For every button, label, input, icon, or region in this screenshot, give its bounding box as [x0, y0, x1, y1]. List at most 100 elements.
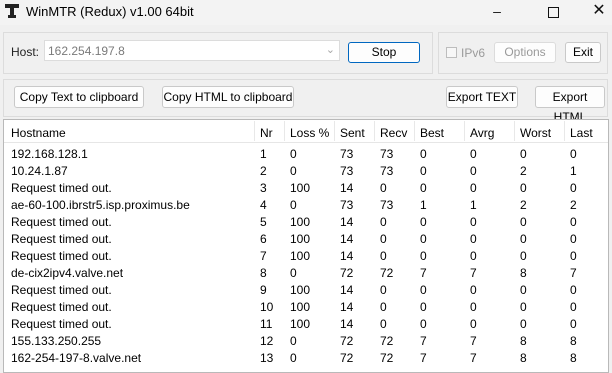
cell-avrg: 0 — [470, 317, 477, 331]
cell-hostname: Request timed out. — [11, 300, 112, 314]
title-bar: WinMTR (Redux) v1.00 64bit – ✕ — [0, 0, 612, 25]
host-input-value[interactable]: 162.254.197.8 — [48, 44, 125, 58]
column-header-nr[interactable]: Nr — [260, 126, 273, 140]
column-divider[interactable] — [374, 121, 375, 141]
cell-sent: 14 — [340, 181, 354, 195]
cell-last: 0 — [570, 147, 577, 161]
cell-last: 0 — [570, 249, 577, 263]
options-button[interactable]: Options — [494, 42, 556, 63]
cell-recv: 0 — [380, 249, 387, 263]
table-row[interactable]: Request timed out. 10 100 14 0 0 0 0 0 — [4, 300, 608, 317]
column-divider[interactable] — [564, 121, 565, 141]
results-table[interactable]: Hostname Nr Loss % Sent Recv Best Avrg W… — [3, 119, 609, 373]
cell-best: 7 — [420, 334, 427, 348]
cell-hostname: 192.168.128.1 — [11, 147, 88, 161]
column-divider[interactable] — [464, 121, 465, 141]
column-divider[interactable] — [334, 121, 335, 141]
close-button[interactable]: ✕ — [576, 0, 612, 24]
column-header-last[interactable]: Last — [570, 126, 593, 140]
cell-avrg: 0 — [470, 300, 477, 314]
cell-best: 7 — [420, 351, 427, 365]
cell-avrg: 1 — [470, 198, 477, 212]
cell-loss: 100 — [290, 215, 311, 229]
table-header: Hostname Nr Loss % Sent Recv Best Avrg W… — [4, 120, 608, 143]
table-row[interactable]: 162-254-197-8.valve.net 13 0 72 72 7 7 8 8 — [4, 351, 608, 368]
cell-avrg: 0 — [470, 181, 477, 195]
export-html-button[interactable]: Export HTML — [535, 86, 605, 124]
column-header-sent[interactable]: Sent — [340, 126, 365, 140]
cell-hostname: 155.133.250.255 — [11, 334, 102, 348]
cell-last: 7 — [570, 266, 577, 280]
cell-worst: 0 — [520, 249, 527, 263]
cell-loss: 0 — [290, 147, 297, 161]
column-divider[interactable] — [414, 121, 415, 141]
cell-nr: 3 — [260, 181, 267, 195]
export-text-button[interactable]: Export TEXT — [446, 86, 518, 108]
cell-recv: 72 — [380, 351, 394, 365]
table-row[interactable]: Request timed out. 9 100 14 0 0 0 0 0 — [4, 283, 608, 300]
cell-loss: 100 — [290, 300, 311, 314]
table-row[interactable]: 155.133.250.255 12 0 72 72 7 7 8 8 — [4, 334, 608, 351]
cell-hostname: de-cix2ipv4.valve.net — [11, 266, 124, 280]
table-row[interactable]: 10.24.1.87 2 0 73 73 0 0 2 1 — [4, 164, 608, 181]
maximize-icon — [547, 7, 559, 18]
cell-nr: 12 — [260, 334, 274, 348]
app-icon — [5, 4, 19, 18]
cell-best: 0 — [420, 249, 427, 263]
cell-loss: 100 — [290, 181, 311, 195]
cell-best: 1 — [420, 198, 427, 212]
exit-button[interactable]: Exit — [565, 42, 601, 63]
cell-last: 0 — [570, 283, 577, 297]
cell-sent: 14 — [340, 283, 354, 297]
column-header-avrg[interactable]: Avrg — [470, 126, 494, 140]
cell-last: 2 — [570, 198, 577, 212]
column-header-hostname[interactable]: Hostname — [11, 126, 66, 140]
cell-avrg: 7 — [470, 351, 477, 365]
cell-recv: 0 — [380, 283, 387, 297]
ipv6-label: IPv6 — [461, 46, 486, 60]
cell-last: 8 — [570, 334, 577, 348]
copy-html-button[interactable]: Copy HTML to clipboard — [162, 86, 294, 108]
cell-hostname: Request timed out. — [11, 181, 112, 195]
table-row[interactable]: Request timed out. 3 100 14 0 0 0 0 0 — [4, 181, 608, 198]
cell-avrg: 0 — [470, 164, 477, 178]
cell-sent: 72 — [340, 334, 354, 348]
stop-button[interactable]: Stop — [348, 42, 420, 63]
cell-best: 0 — [420, 164, 427, 178]
column-header-loss[interactable]: Loss % — [290, 126, 329, 140]
minimize-icon: – — [493, 3, 501, 19]
table-row[interactable]: 192.168.128.1 1 0 73 73 0 0 0 0 — [4, 147, 608, 164]
cell-nr: 4 — [260, 198, 267, 212]
column-divider[interactable] — [514, 121, 515, 141]
column-header-best[interactable]: Best — [420, 126, 444, 140]
minimize-button[interactable]: – — [474, 0, 520, 24]
table-row[interactable]: Request timed out. 7 100 14 0 0 0 0 0 — [4, 249, 608, 266]
cell-nr: 10 — [260, 300, 274, 314]
cell-nr: 6 — [260, 232, 267, 246]
cell-recv: 73 — [380, 198, 394, 212]
cell-recv: 72 — [380, 334, 394, 348]
column-divider[interactable] — [254, 121, 255, 141]
column-header-recv[interactable]: Recv — [380, 126, 407, 140]
cell-sent: 73 — [340, 164, 354, 178]
cell-loss: 100 — [290, 232, 311, 246]
cell-nr: 1 — [260, 147, 267, 161]
column-divider[interactable] — [284, 121, 285, 141]
cell-worst: 8 — [520, 266, 527, 280]
ipv6-checkbox[interactable] — [446, 47, 457, 58]
chevron-down-icon[interactable]: ⌄ — [326, 43, 335, 56]
cell-nr: 8 — [260, 266, 267, 280]
column-header-worst[interactable]: Worst — [520, 126, 551, 140]
table-row[interactable]: Request timed out. 5 100 14 0 0 0 0 0 — [4, 215, 608, 232]
cell-last: 0 — [570, 317, 577, 331]
host-combobox[interactable]: 162.254.197.8 ⌄ — [44, 40, 340, 61]
copy-text-button[interactable]: Copy Text to clipboard — [14, 86, 144, 108]
table-row[interactable]: Request timed out. 6 100 14 0 0 0 0 0 — [4, 232, 608, 249]
table-row[interactable]: Request timed out. 11 100 14 0 0 0 0 0 — [4, 317, 608, 334]
maximize-button[interactable] — [530, 0, 576, 24]
cell-worst: 2 — [520, 198, 527, 212]
cell-sent: 14 — [340, 300, 354, 314]
cell-recv: 0 — [380, 181, 387, 195]
table-row[interactable]: de-cix2ipv4.valve.net 8 0 72 72 7 7 8 7 — [4, 266, 608, 283]
table-row[interactable]: ae-60-100.ibrstr5.isp.proximus.be 4 0 73 73 1… — [4, 198, 608, 215]
